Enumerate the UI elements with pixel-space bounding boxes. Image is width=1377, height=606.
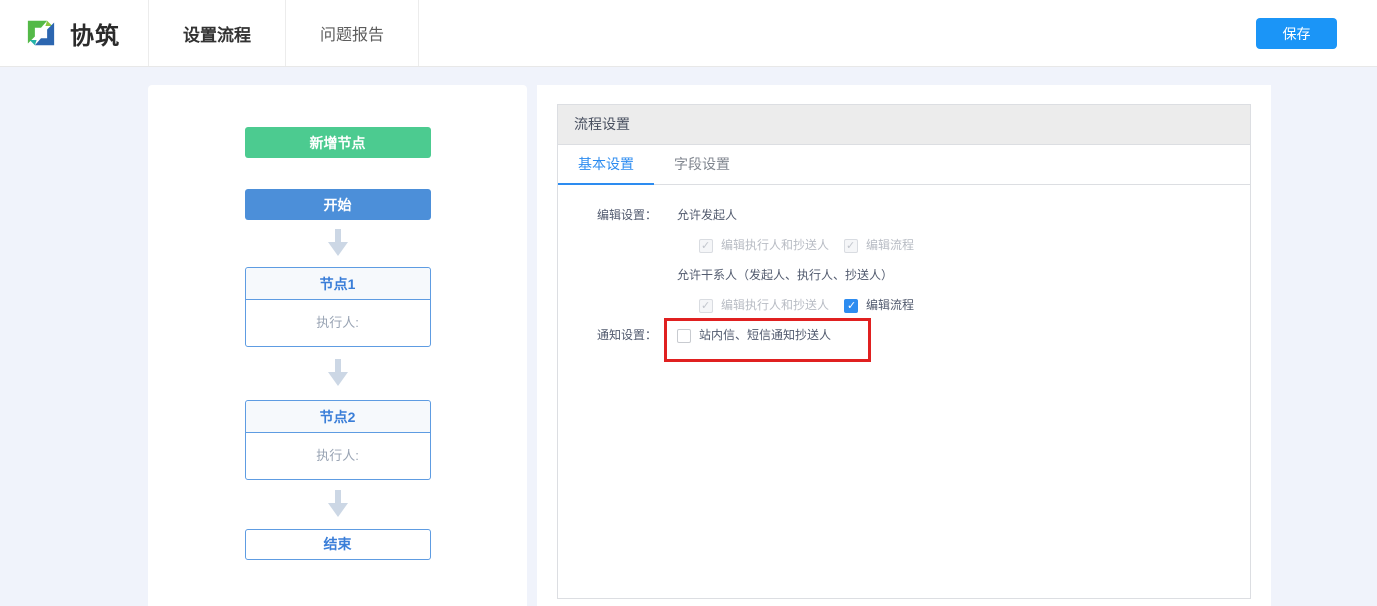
node-executor-label: 执行人: (246, 433, 430, 479)
checkbox-item-edit-process[interactable]: 编辑流程 (844, 237, 914, 254)
flow-node-end[interactable]: 结束 (245, 529, 431, 560)
allow-stakeholder-heading: 允许干系人（发起人、执行人、抄送人） (677, 267, 929, 284)
checkbox-checked-disabled-icon[interactable] (844, 239, 858, 253)
checkbox-label: 编辑流程 (866, 297, 914, 314)
notify-settings-content: 站内信、短信通知抄送人 (677, 327, 831, 344)
edit-settings-row: 编辑设置： 允许发起人 编辑执行人和抄送人 编辑流程 允许干系人（发起人、 (597, 207, 1250, 314)
card-title: 流程设置 (558, 105, 1250, 145)
start-node-button[interactable]: 开始 (245, 189, 431, 220)
checkbox-checked-icon[interactable] (844, 299, 858, 313)
nav-tab-set-process[interactable]: 设置流程 (148, 0, 285, 66)
flow-node-1[interactable]: 节点1 执行人: (245, 267, 431, 347)
notify-settings-label: 通知设置： (597, 327, 657, 344)
nav-tab-label: 问题报告 (320, 21, 384, 45)
checkbox-label: 编辑执行人和抄送人 (721, 297, 829, 314)
add-node-button[interactable]: 新增节点 (245, 127, 431, 158)
notify-settings-row: 通知设置： 站内信、短信通知抄送人 (597, 327, 1250, 344)
allow-initiator-heading: 允许发起人 (677, 207, 929, 224)
arrow-down-icon (326, 490, 350, 518)
process-settings-card: 流程设置 基本设置 字段设置 编辑设置： 允许发起人 编辑执行人和抄送人 (557, 104, 1251, 599)
node-title: 节点2 (246, 401, 430, 433)
workflow-panel: 新增节点 开始 节点1 执行人: 节点2 执行人: 结束 (148, 85, 527, 606)
checkbox-checked-disabled-icon[interactable] (699, 299, 713, 313)
checkbox-checked-disabled-icon[interactable] (699, 239, 713, 253)
tab-basic-settings[interactable]: 基本设置 (558, 145, 654, 185)
checkbox-label: 编辑流程 (866, 237, 914, 254)
checkbox-item-edit-executor-cc[interactable]: 编辑执行人和抄送人 (699, 297, 829, 314)
tab-field-settings[interactable]: 字段设置 (654, 145, 750, 185)
checkbox-item-edit-executor-cc[interactable]: 编辑执行人和抄送人 (699, 237, 829, 254)
initiator-checkbox-row: 编辑执行人和抄送人 编辑流程 (699, 237, 929, 254)
save-button[interactable]: 保存 (1256, 18, 1337, 49)
edit-settings-label: 编辑设置： (597, 207, 657, 314)
checkbox-item-edit-process[interactable]: 编辑流程 (844, 297, 914, 314)
edit-settings-content: 允许发起人 编辑执行人和抄送人 编辑流程 允许干系人（发起人、执行人、抄送人） (677, 207, 929, 314)
brand-name: 协筑 (70, 16, 120, 51)
top-navbar: 协筑 设置流程 问题报告 保存 (0, 0, 1377, 67)
app-logo[interactable]: 协筑 (0, 0, 148, 66)
brand-hexagon-icon (20, 11, 62, 55)
flow-node-2[interactable]: 节点2 执行人: (245, 400, 431, 480)
settings-tabs: 基本设置 字段设置 (558, 145, 1250, 185)
node-title: 节点1 (246, 268, 430, 300)
nav-tab-label: 设置流程 (183, 21, 251, 46)
arrow-down-icon (326, 359, 350, 387)
node-executor-label: 执行人: (246, 300, 430, 346)
checkbox-label: 编辑执行人和抄送人 (721, 237, 829, 254)
checkbox-unchecked-icon[interactable] (677, 329, 691, 343)
settings-panel: 流程设置 基本设置 字段设置 编辑设置： 允许发起人 编辑执行人和抄送人 (537, 85, 1271, 606)
arrow-down-icon (326, 229, 350, 257)
settings-body: 编辑设置： 允许发起人 编辑执行人和抄送人 编辑流程 允许干系人（发起人、 (558, 185, 1250, 344)
checkbox-label: 站内信、短信通知抄送人 (699, 327, 831, 344)
stakeholder-checkbox-row: 编辑执行人和抄送人 编辑流程 (699, 297, 929, 314)
nav-tab-problem-report[interactable]: 问题报告 (285, 0, 419, 66)
checkbox-item-notify-cc[interactable]: 站内信、短信通知抄送人 (677, 327, 831, 344)
